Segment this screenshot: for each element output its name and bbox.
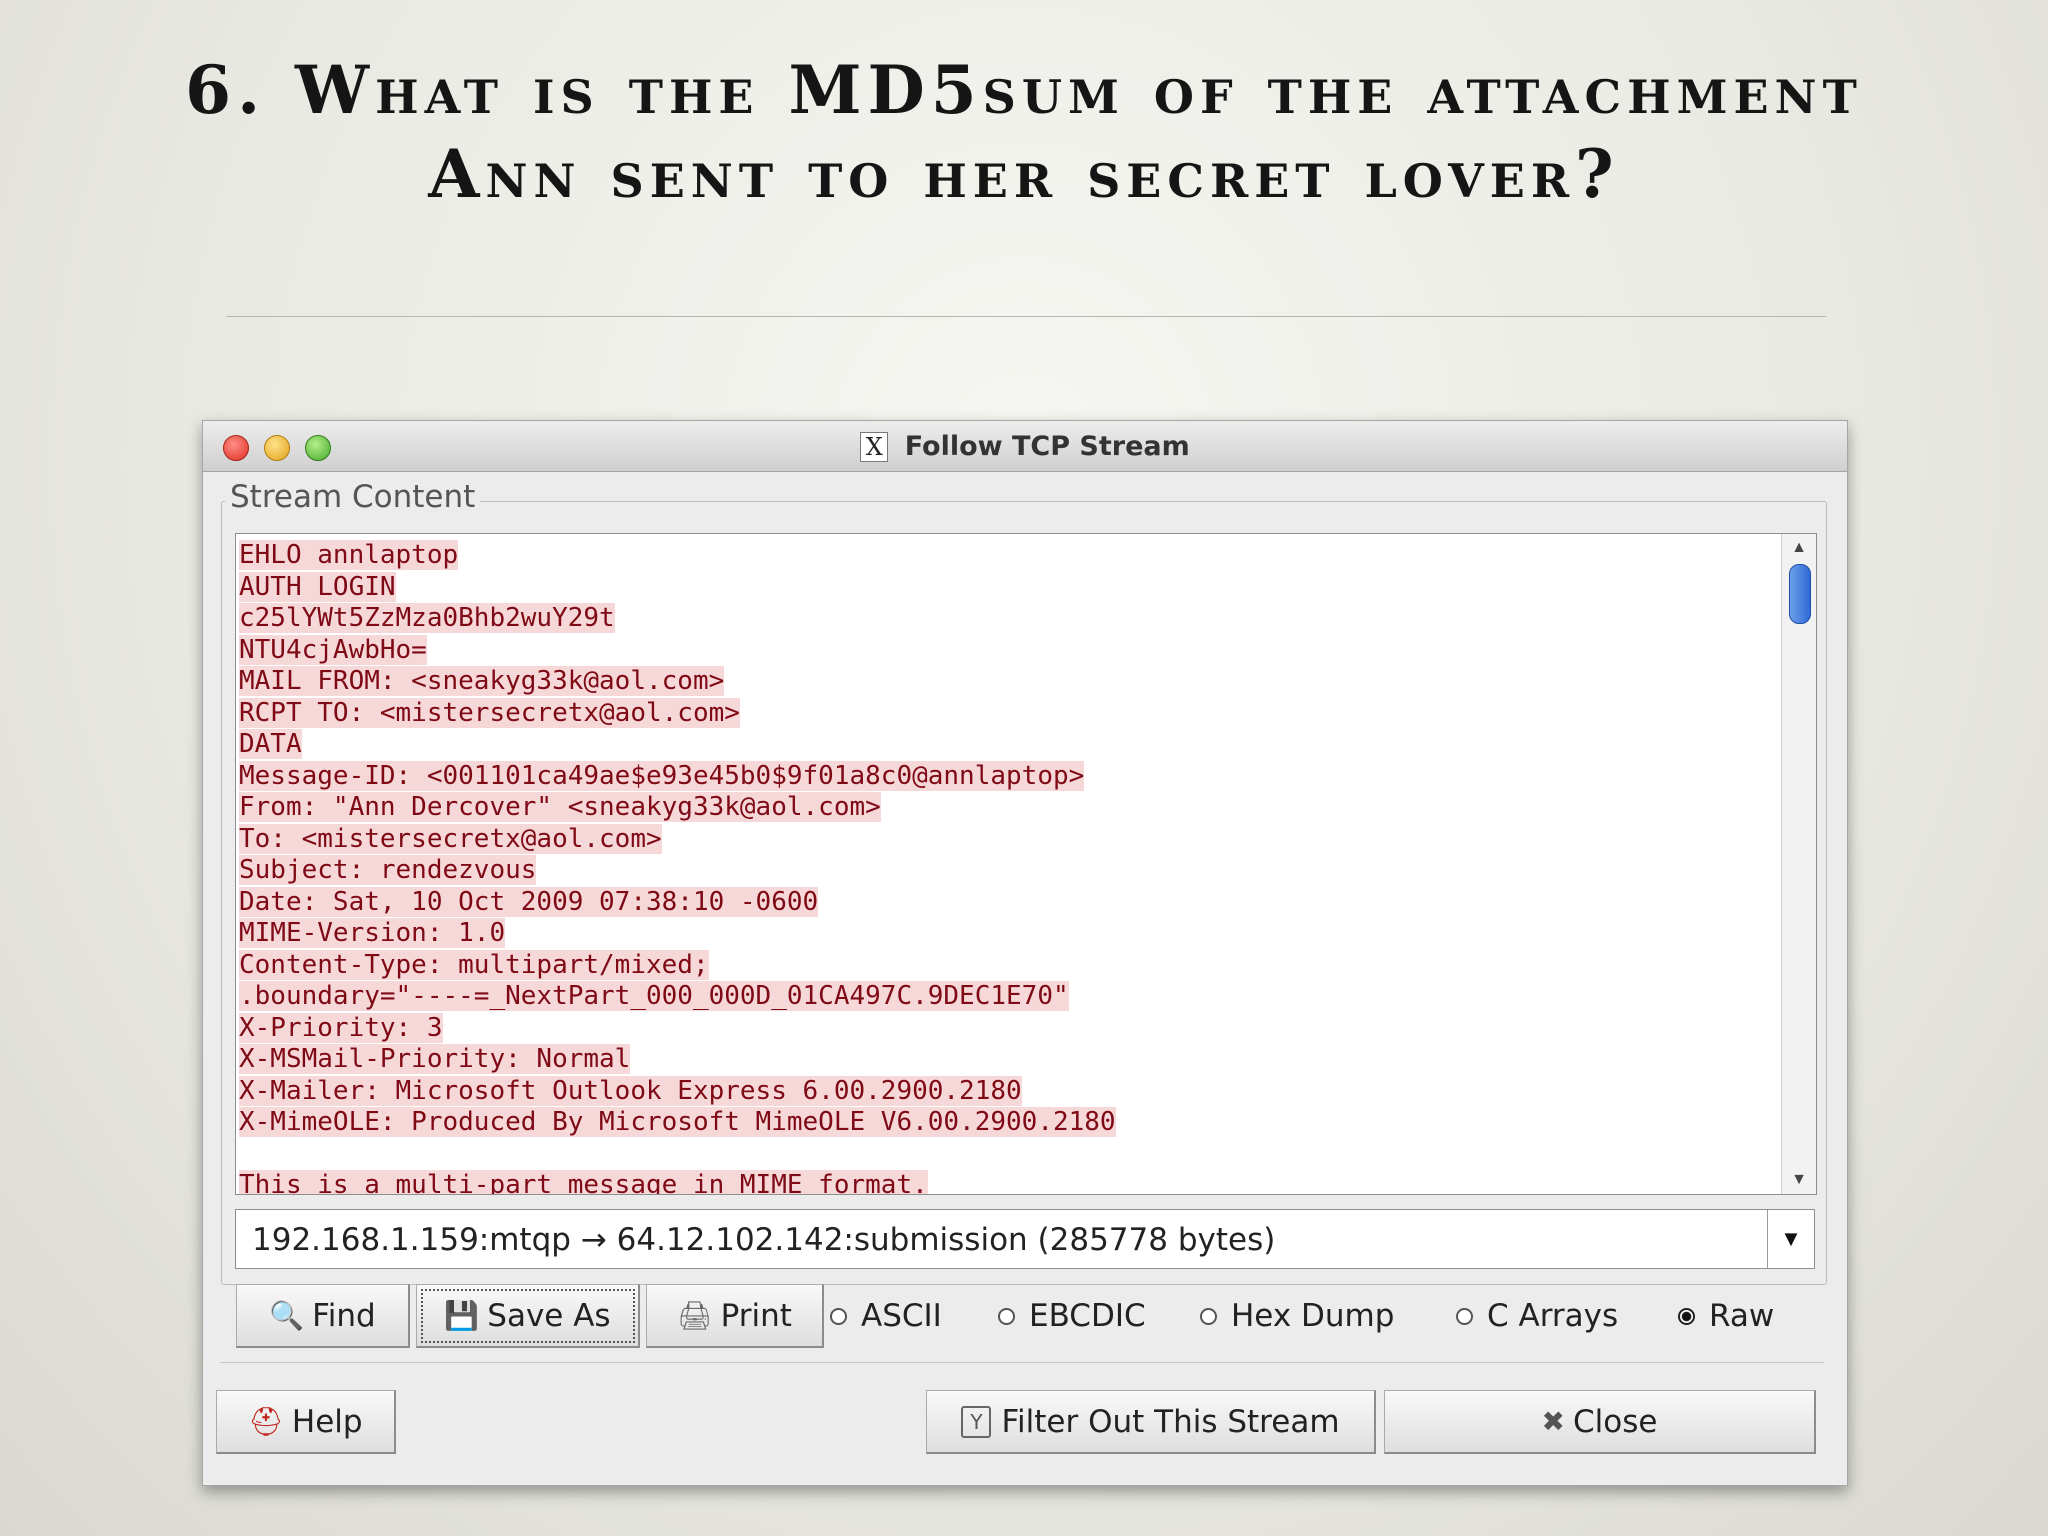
conversation-select-value: 192.168.1.159:mtqp → 64.12.102.142:submi… <box>252 1222 1276 1258</box>
stream-line: RCPT TO: <mistersecretx@aol.com> <box>239 697 740 728</box>
scroll-down-arrow-icon[interactable]: ▼ <box>1782 1166 1816 1194</box>
button-row-divider <box>220 1362 1824 1363</box>
stream-line: c25lYWt5ZzMza0Bhb2wuY29t <box>239 603 615 633</box>
radio-ascii-label: ASCII <box>861 1298 942 1334</box>
stream-scrollbar[interactable]: ▲ ▼ <box>1781 534 1816 1194</box>
stream-line: X-Priority: 3 <box>239 1012 443 1043</box>
stream-line: EHLO annlaptop <box>239 540 459 570</box>
radio-raw[interactable]: Raw <box>1678 1292 1774 1340</box>
printer-icon: 🖨 <box>677 1299 713 1332</box>
help-button[interactable]: ⛑ Help <box>216 1390 396 1454</box>
stream-line: This is a multi-part message in MIME for… <box>239 1170 1769 1194</box>
stream-line: MIME-Version: 1.0 <box>239 918 506 948</box>
stream-line: NTU4cjAwbHo= <box>239 634 427 665</box>
stream-content-label: Stream Content <box>225 479 481 515</box>
stream-line: Subject: rendezvous <box>239 855 537 885</box>
find-button[interactable]: 🔍 Find <box>236 1284 410 1348</box>
radio-ascii-indicator <box>830 1307 847 1325</box>
scroll-thumb[interactable] <box>1789 564 1811 624</box>
stream-line: MAIL FROM: <sneakyg33k@aol.com> <box>239 666 725 696</box>
radio-c-arrays-indicator <box>1456 1307 1473 1325</box>
slide-title: 6. What is the MD5sum of the attachment … <box>185 51 1863 213</box>
stream-line: From: "Ann Dercover" <sneakyg33k@aol.com… <box>239 792 881 822</box>
filter-out-stream-button-label: Filter Out This Stream <box>1001 1403 1340 1440</box>
filter-out-stream-button[interactable]: Y Filter Out This Stream <box>926 1390 1376 1454</box>
radio-c-arrays[interactable]: C Arrays <box>1456 1292 1618 1340</box>
help-button-label: Help <box>291 1403 363 1440</box>
stream-line: AUTH LOGIN <box>239 571 396 602</box>
save-as-button-label: Save As <box>487 1297 611 1334</box>
radio-hex-dump-label: Hex Dump <box>1231 1298 1395 1334</box>
save-as-button[interactable]: 💾 Save As <box>416 1284 640 1348</box>
window-titlebar[interactable]: X Follow TCP Stream <box>203 421 1847 472</box>
radio-ebcdic-indicator <box>998 1307 1015 1325</box>
chevron-down-icon[interactable]: ▼ <box>1767 1210 1814 1268</box>
lifebuoy-icon: ⛑ <box>248 1405 284 1438</box>
stream-line <box>239 1139 1769 1171</box>
close-button-label: Close <box>1573 1403 1658 1440</box>
find-button-label: Find <box>312 1297 376 1334</box>
radio-ascii[interactable]: ASCII <box>830 1292 942 1340</box>
conversation-select[interactable]: 192.168.1.159:mtqp → 64.12.102.142:submi… <box>235 1209 1815 1269</box>
title-divider <box>226 316 1826 317</box>
save-icon: 💾 <box>444 1299 480 1332</box>
x11-icon: X <box>860 431 889 462</box>
close-x-icon: ✖ <box>1541 1405 1565 1438</box>
radio-ebcdic[interactable]: EBCDIC <box>998 1292 1146 1340</box>
filter-icon: Y <box>961 1405 992 1438</box>
scroll-up-arrow-icon[interactable]: ▲ <box>1782 534 1816 562</box>
stream-line: X-Mailer: Microsoft Outlook Express 6.00… <box>239 1075 1022 1106</box>
radio-ebcdic-label: EBCDIC <box>1029 1298 1146 1334</box>
stream-line: DATA <box>239 729 302 759</box>
stream-line: Content-Type: multipart/mixed; <box>239 949 709 980</box>
stream-line: To: <mistersecretx@aol.com> <box>239 823 662 854</box>
radio-raw-indicator <box>1678 1307 1695 1325</box>
stream-line: Message-ID: <001101ca49ae$e93e45b0$9f01a… <box>239 760 1085 791</box>
close-button[interactable]: ✖ Close <box>1384 1390 1816 1454</box>
radio-hex-dump[interactable]: Hex Dump <box>1200 1292 1394 1340</box>
stream-line: X-MSMail-Priority: Normal <box>239 1044 631 1074</box>
magnifier-icon: 🔍 <box>269 1299 305 1332</box>
stream-text: EHLO annlaptop AUTH LOGIN c25lYWt5ZzMza0… <box>239 540 1769 1194</box>
stream-line: .boundary="----=_NextPart_000_000D_01CA4… <box>239 981 1069 1011</box>
stream-content-textarea[interactable]: EHLO annlaptop AUTH LOGIN c25lYWt5ZzMza0… <box>235 533 1817 1195</box>
print-button-label: Print <box>720 1297 792 1334</box>
radio-hex-dump-indicator <box>1200 1307 1217 1325</box>
print-button[interactable]: 🖨 Print <box>646 1284 824 1348</box>
window-title: Follow TCP Stream <box>904 431 1190 462</box>
radio-raw-label: Raw <box>1709 1298 1775 1334</box>
stream-line: X-MimeOLE: Produced By Microsoft MimeOLE… <box>239 1107 1116 1137</box>
radio-c-arrays-label: C Arrays <box>1487 1298 1619 1334</box>
stream-line: Date: Sat, 10 Oct 2009 07:38:10 -0600 <box>239 886 819 917</box>
